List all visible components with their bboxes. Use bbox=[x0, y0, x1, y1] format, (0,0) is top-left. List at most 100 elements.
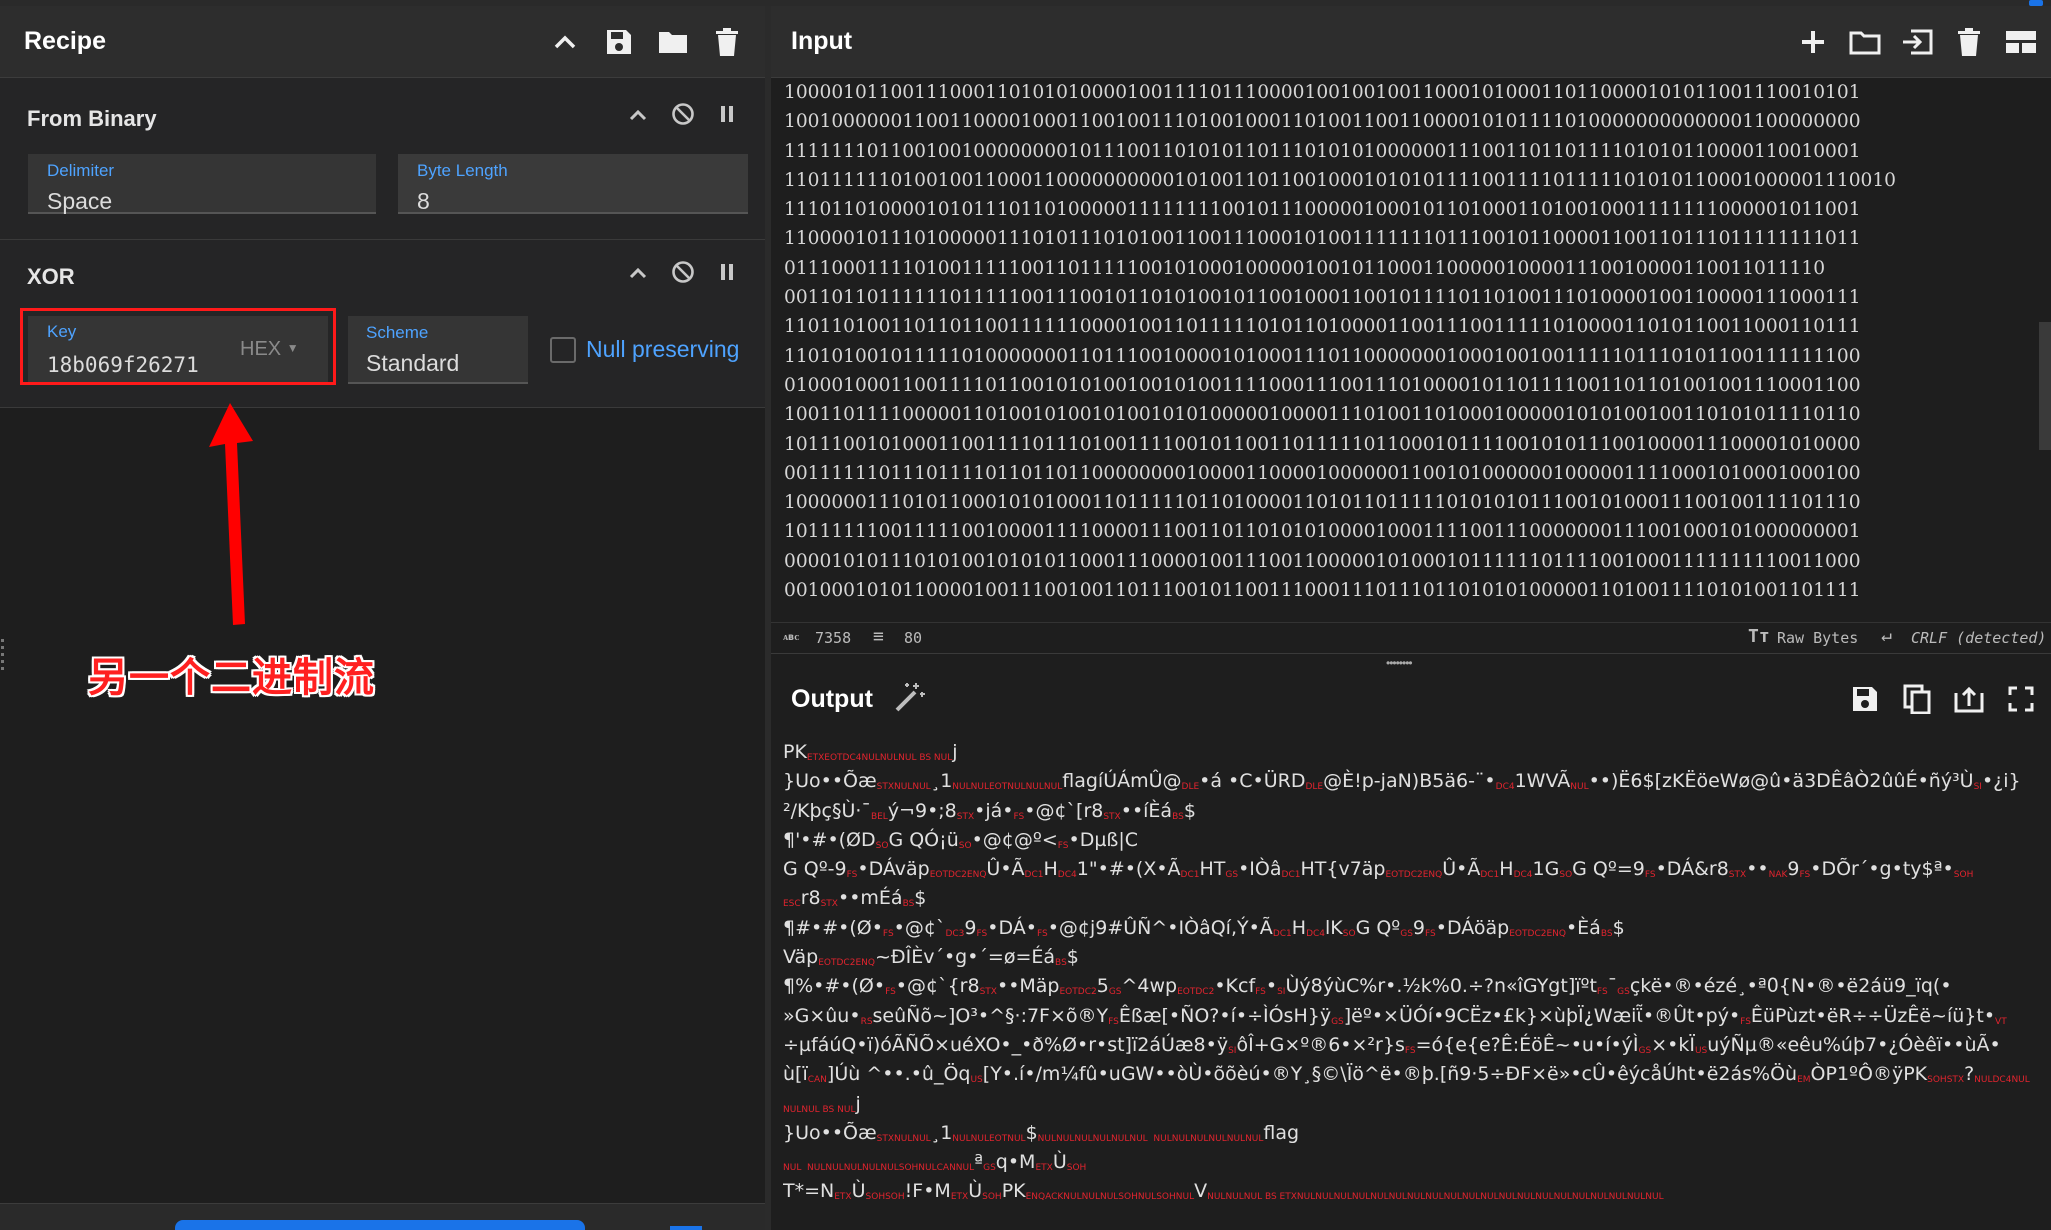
chevron-up-icon[interactable] bbox=[549, 26, 581, 58]
folder-icon[interactable] bbox=[1849, 26, 1881, 58]
control-char-label: STX bbox=[820, 899, 838, 910]
output-text: ? bbox=[1964, 1063, 1975, 1086]
folder-icon[interactable] bbox=[657, 26, 689, 58]
breakpoint-icon[interactable] bbox=[719, 262, 735, 287]
text-format-icon[interactable]: Tт bbox=[1748, 626, 1770, 647]
input-line: 0111000111101001111100110111110010100010… bbox=[784, 257, 1826, 279]
eol-label[interactable]: CRLF (detected) bbox=[1911, 629, 2046, 647]
control-char-label: GS bbox=[1225, 870, 1239, 881]
control-char-label: BS bbox=[1172, 811, 1184, 822]
control-char-label: GS bbox=[1617, 987, 1630, 998]
pane-divider[interactable]: •••••••• bbox=[771, 653, 2051, 670]
maximize-icon[interactable] bbox=[2005, 683, 2037, 715]
output-text: •@¢`{r8 bbox=[895, 975, 980, 998]
output-text: j bbox=[952, 741, 958, 763]
output-text: •Èá bbox=[1565, 916, 1601, 939]
output-pane: Output PKETXEOTDC4NULNULNUL BS NULj }Uo••… bbox=[771, 668, 2051, 1230]
input-title: Input bbox=[791, 27, 853, 55]
disable-icon[interactable] bbox=[671, 102, 695, 131]
eol-icon[interactable]: ↵ bbox=[1881, 625, 1892, 646]
control-char-label: SO bbox=[875, 840, 889, 851]
magic-wand-icon[interactable] bbox=[893, 681, 927, 718]
byte-length-label: Byte Length bbox=[417, 161, 508, 180]
control-char-label: EOTDC2 bbox=[1059, 987, 1097, 998]
output-header: Output bbox=[771, 668, 2051, 730]
replace-input-icon[interactable] bbox=[1953, 683, 1985, 715]
output-text: •DÁ&r8 bbox=[1655, 858, 1729, 881]
control-char-label: FS bbox=[885, 987, 896, 998]
breakpoint-icon[interactable] bbox=[719, 104, 735, 129]
control-char-label: FS bbox=[846, 870, 858, 881]
output-text: 1G bbox=[1532, 858, 1560, 881]
control-char-label: EOTDC2ENQ bbox=[1509, 928, 1566, 939]
output-text: Û•Ã bbox=[1442, 858, 1481, 881]
bake-button[interactable] bbox=[175, 1220, 585, 1230]
output-title: Output bbox=[791, 684, 873, 713]
trash-icon[interactable] bbox=[1953, 26, 1985, 58]
delimiter-label: Delimiter bbox=[47, 161, 115, 180]
output-text: 5 bbox=[1096, 975, 1109, 998]
control-char-label: STX bbox=[979, 987, 997, 998]
chevron-up-icon[interactable] bbox=[629, 108, 647, 126]
copy-icon[interactable] bbox=[1901, 683, 1933, 715]
output-text: HT{v7äp bbox=[1300, 858, 1386, 881]
output-text: T*=N bbox=[783, 1180, 835, 1203]
left-resize-grip[interactable] bbox=[0, 635, 6, 685]
output-text: PK bbox=[1001, 1180, 1026, 1203]
operation-from-binary[interactable]: From Binary Delimiter Space Byte Length … bbox=[0, 78, 765, 240]
output-text: ²/Kþç§Ù·¯ bbox=[783, 799, 871, 822]
output-text: •¿i} bbox=[1981, 770, 2021, 793]
output-text: •@¢@º< bbox=[971, 828, 1058, 851]
input-line: 1000000111010110001010100011011111011010… bbox=[784, 492, 1861, 514]
checkbox-box[interactable] bbox=[550, 336, 576, 363]
scheme-field[interactable]: Scheme Standard bbox=[348, 316, 528, 384]
save-icon[interactable] bbox=[1849, 683, 1881, 715]
output-text: $ bbox=[1025, 1121, 1038, 1144]
input-status-bar: ᴀʙᴄ 7358 ≡ 80 Tт Raw Bytes ↵ CRLF (detec… bbox=[771, 622, 2051, 654]
output-text: ¸1 bbox=[930, 770, 953, 793]
input-scrollbar[interactable] bbox=[2039, 322, 2051, 450]
output-text: 1"•#•(X•Ã bbox=[1076, 858, 1181, 881]
control-char-label: STX bbox=[1103, 811, 1121, 822]
output-line: PKETXEOTDC4NULNULNUL BS NULj bbox=[783, 738, 2043, 767]
output-text: V bbox=[1194, 1180, 1208, 1203]
output-text: H bbox=[1291, 916, 1307, 939]
save-icon[interactable] bbox=[603, 26, 635, 58]
null-preserving-checkbox[interactable]: Null preserving bbox=[550, 336, 739, 363]
auto-bake-toggle[interactable] bbox=[670, 1226, 702, 1230]
disable-icon[interactable] bbox=[671, 260, 695, 289]
control-char-label: VT bbox=[1995, 1016, 2007, 1027]
control-char-label: SOH bbox=[1066, 1163, 1087, 1174]
raw-bytes-label[interactable]: Raw Bytes bbox=[1777, 629, 1858, 647]
scheme-value: Standard bbox=[366, 350, 460, 376]
plus-icon[interactable] bbox=[1797, 26, 1829, 58]
control-char-label: GS bbox=[983, 1163, 996, 1174]
trash-icon[interactable] bbox=[711, 26, 743, 58]
chevron-up-icon[interactable] bbox=[629, 266, 647, 284]
control-char-label: STX bbox=[956, 811, 975, 822]
output-text: •DÁ• bbox=[987, 916, 1037, 939]
input-text-area[interactable]: 1000010110011100011010101000010011110111… bbox=[784, 78, 2014, 618]
control-char-label: NULNUL BS NUL bbox=[783, 1104, 856, 1115]
layout-icon[interactable] bbox=[2005, 26, 2037, 58]
lines-icon: ≡ bbox=[873, 626, 884, 647]
control-char-label: SO bbox=[958, 840, 972, 851]
input-line: 1101101001101101100111111000010011011111… bbox=[784, 316, 1861, 338]
output-text: Ù bbox=[1052, 1151, 1067, 1174]
control-char-label: FS bbox=[1108, 1016, 1119, 1027]
output-text: }Uo••Õæ bbox=[783, 1121, 877, 1144]
input-line: 0010001010110000100111001001101110010110… bbox=[784, 580, 1861, 602]
control-char-label: FS bbox=[1740, 1016, 1751, 1027]
annotation-highlight-box bbox=[20, 308, 336, 385]
byte-length-field[interactable]: Byte Length 8 bbox=[398, 154, 748, 214]
control-char-label: STX bbox=[1728, 870, 1747, 881]
output-text-area[interactable]: PKETXEOTDC4NULNULNUL BS NULj }Uo••Õæ STX NU… bbox=[783, 738, 2043, 1228]
output-text: ]ëº•×ÜÓí•9CËz•£k}×ùþÏ¿Wæiῗ•®Ût•pý• bbox=[1343, 1004, 1741, 1027]
control-char-label: NAK bbox=[1768, 870, 1788, 881]
input-line: 1011100101000110011110111010011110010110… bbox=[784, 433, 1861, 455]
input-line: 0000101011101010010101011000111000010011… bbox=[784, 550, 1861, 572]
output-line: ÷µfáúQ•ï)óÃÑÕ×uéXO•_•ð%Ø•r•st]ï2áÚæ8•ÿSI… bbox=[783, 1031, 2043, 1060]
import-icon[interactable] bbox=[1901, 26, 1933, 58]
control-char-label: FS bbox=[1036, 928, 1048, 939]
delimiter-field[interactable]: Delimiter Space bbox=[28, 154, 376, 214]
